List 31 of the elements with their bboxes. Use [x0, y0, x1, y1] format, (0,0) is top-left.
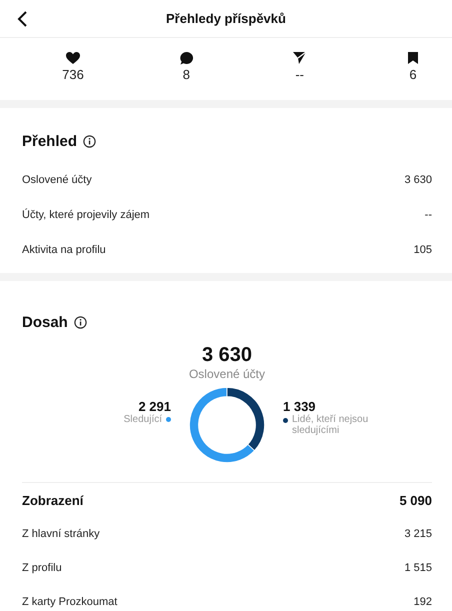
section-title: Dosah	[22, 314, 68, 330]
metric-label: Oslovené účty	[22, 174, 92, 186]
section-title: Přehled	[22, 132, 78, 150]
segment-count: 1 339	[283, 399, 316, 414]
metric-value: --	[424, 208, 432, 220]
reach-total-label: Oslovené účty	[188, 367, 266, 381]
metric-label: Účty, které projevily zájem	[22, 208, 150, 220]
stat-count: --	[295, 67, 304, 82]
segment-count: 2 291	[138, 399, 171, 414]
metric-value: 1 515	[404, 562, 432, 574]
segment-label: Lidé, kteří nejsou sledujícími	[292, 414, 370, 436]
stat-count: 736	[62, 67, 84, 82]
bookmark-icon	[408, 52, 418, 64]
heart-icon	[66, 52, 80, 64]
page-title: Přehledy příspěvků	[166, 10, 286, 28]
speech-bubble-icon	[180, 52, 193, 64]
stat-count: 8	[182, 67, 190, 82]
section-title: Zobrazení	[22, 492, 84, 508]
reach-total: 3 630	[200, 343, 254, 367]
metric-value: 192	[414, 596, 432, 608]
metric-value: 105	[414, 244, 432, 256]
metric-value: 3 630	[404, 174, 432, 186]
metric-label: Z profilu	[22, 562, 62, 574]
metric-label: Z hlavní stránky	[22, 528, 100, 540]
stat-count: 6	[409, 67, 417, 82]
metric-value: 3 215	[404, 528, 432, 540]
paper-plane-icon	[293, 52, 306, 64]
segment-label: Sledující	[124, 414, 162, 425]
metric-label: Z karty Prozkoumat	[22, 596, 118, 608]
section-total: 5 090	[399, 492, 432, 508]
metric-label: Aktivita na profilu	[22, 244, 106, 256]
